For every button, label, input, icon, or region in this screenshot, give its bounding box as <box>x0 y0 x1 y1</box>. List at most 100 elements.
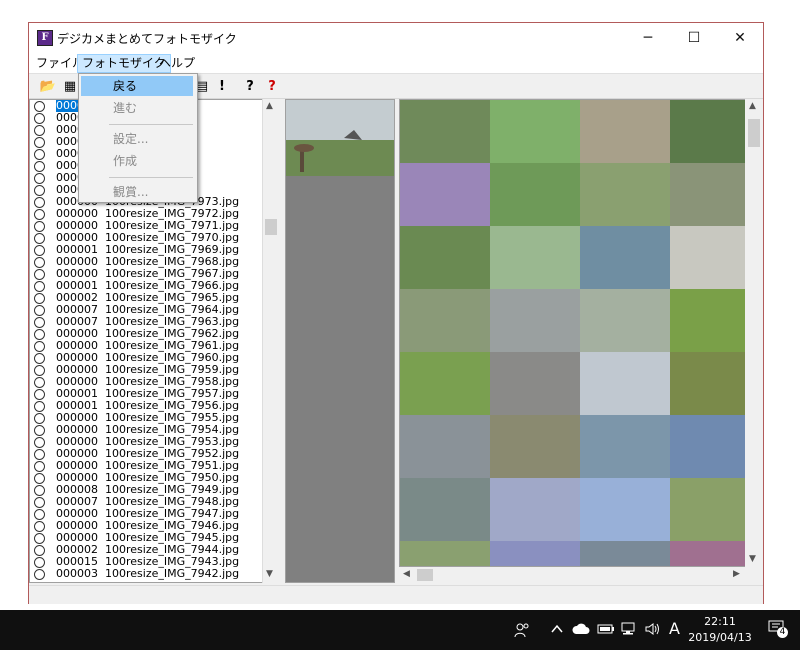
radio-button[interactable] <box>34 557 45 568</box>
menu-item[interactable]: 観賞... <box>81 182 193 202</box>
scroll-right-arrow[interactable]: ▶ <box>733 569 740 579</box>
radio-button[interactable] <box>34 149 45 160</box>
menu-item[interactable]: 設定... <box>81 129 193 149</box>
mosaic-tile[interactable] <box>400 541 490 566</box>
mosaic-tile[interactable] <box>670 415 748 478</box>
taskbar-clock[interactable]: 22:11 2019/04/13 <box>688 614 752 646</box>
mosaic-tile[interactable] <box>490 352 580 415</box>
radio-button[interactable] <box>34 389 45 400</box>
radio-button[interactable] <box>34 377 45 388</box>
scroll-down-arrow[interactable]: ▼ <box>266 569 273 579</box>
network-icon[interactable] <box>620 622 636 640</box>
radio-button[interactable] <box>34 497 45 508</box>
context-help-icon[interactable]: ? <box>263 77 281 95</box>
radio-button[interactable] <box>34 509 45 520</box>
app-icon[interactable]: F <box>37 30 53 46</box>
mosaic-tile[interactable] <box>490 541 580 566</box>
people-icon[interactable] <box>514 622 530 642</box>
exclamation-icon[interactable]: ! <box>213 77 231 95</box>
mosaic-tile[interactable] <box>670 100 748 163</box>
file-list-row[interactable]: 000003 100resize_IMG_7942.jpg <box>30 568 278 580</box>
battery-icon[interactable] <box>597 622 615 640</box>
mosaic-tile[interactable] <box>580 478 670 541</box>
mosaic-tile[interactable] <box>580 100 670 163</box>
mosaic-tile[interactable] <box>580 541 670 566</box>
radio-button[interactable] <box>34 305 45 316</box>
mosaic-grid[interactable] <box>399 99 749 567</box>
radio-button[interactable] <box>34 317 45 328</box>
mosaic-tile[interactable] <box>400 289 490 352</box>
radio-button[interactable] <box>34 257 45 268</box>
radio-button[interactable] <box>34 533 45 544</box>
radio-button[interactable] <box>34 281 45 292</box>
mosaic-tile[interactable] <box>580 289 670 352</box>
scroll-thumb[interactable] <box>417 569 433 581</box>
mosaic-tile[interactable] <box>490 415 580 478</box>
mosaic-tile[interactable] <box>580 226 670 289</box>
open-folder-icon[interactable]: 📂 <box>39 77 57 95</box>
radio-button[interactable] <box>34 365 45 376</box>
radio-button[interactable] <box>34 401 45 412</box>
title-bar[interactable]: F デジカメまとめてフォトモザイク ─ ☐ ✕ <box>29 23 763 53</box>
radio-button[interactable] <box>34 485 45 496</box>
radio-button[interactable] <box>34 209 45 220</box>
radio-button[interactable] <box>34 449 45 460</box>
radio-button[interactable] <box>34 245 45 256</box>
radio-button[interactable] <box>34 473 45 484</box>
scroll-left-arrow[interactable]: ◀ <box>403 569 410 579</box>
cloud-icon[interactable] <box>572 622 590 640</box>
ime-indicator[interactable]: A <box>669 619 680 638</box>
radio-button[interactable] <box>34 425 45 436</box>
grid-icon[interactable]: ▦ <box>61 77 79 95</box>
mosaic-tile[interactable] <box>400 100 490 163</box>
mosaic-tile[interactable] <box>580 163 670 226</box>
radio-button[interactable] <box>34 437 45 448</box>
radio-button[interactable] <box>34 545 45 556</box>
mosaic-horizontal-scrollbar[interactable]: ◀ ▶ <box>399 567 745 583</box>
radio-button[interactable] <box>34 341 45 352</box>
mosaic-tile[interactable] <box>580 352 670 415</box>
scroll-up-arrow[interactable]: ▲ <box>749 101 756 111</box>
scroll-thumb[interactable] <box>265 219 277 235</box>
radio-button[interactable] <box>34 353 45 364</box>
radio-button[interactable] <box>34 161 45 172</box>
mosaic-vertical-scrollbar[interactable]: ▲ ▼ <box>745 99 763 567</box>
menu-item[interactable]: 作成 <box>81 151 193 171</box>
menu-item[interactable]: 進む <box>81 98 193 118</box>
radio-button[interactable] <box>34 125 45 136</box>
file-list-scrollbar[interactable]: ▲ ▼ <box>262 99 279 583</box>
chevron-up-icon[interactable] <box>550 622 564 640</box>
menu-help[interactable]: ヘルプ <box>155 55 199 72</box>
radio-button[interactable] <box>34 221 45 232</box>
scroll-thumb[interactable] <box>748 119 760 147</box>
radio-button[interactable] <box>34 461 45 472</box>
close-button[interactable]: ✕ <box>717 23 763 53</box>
radio-button[interactable] <box>34 101 45 112</box>
mosaic-tile[interactable] <box>670 352 748 415</box>
mosaic-tile[interactable] <box>670 226 748 289</box>
mosaic-tile[interactable] <box>490 289 580 352</box>
radio-button[interactable] <box>34 329 45 340</box>
scroll-up-arrow[interactable]: ▲ <box>266 101 273 111</box>
radio-button[interactable] <box>34 233 45 244</box>
mosaic-tile[interactable] <box>670 541 748 566</box>
mosaic-tile[interactable] <box>490 100 580 163</box>
volume-icon[interactable] <box>644 622 662 640</box>
mosaic-tile[interactable] <box>490 226 580 289</box>
radio-button[interactable] <box>34 113 45 124</box>
radio-button[interactable] <box>34 521 45 532</box>
mosaic-tile[interactable] <box>580 415 670 478</box>
radio-button[interactable] <box>34 137 45 148</box>
radio-button[interactable] <box>34 173 45 184</box>
mosaic-tile[interactable] <box>400 415 490 478</box>
mosaic-tile[interactable] <box>490 478 580 541</box>
mosaic-tile[interactable] <box>400 478 490 541</box>
radio-button[interactable] <box>34 269 45 280</box>
notification-icon[interactable]: 4 <box>768 620 788 640</box>
radio-button[interactable] <box>34 413 45 424</box>
mosaic-tile[interactable] <box>670 478 748 541</box>
radio-button[interactable] <box>34 293 45 304</box>
radio-button[interactable] <box>34 185 45 196</box>
maximize-button[interactable]: ☐ <box>671 23 717 53</box>
mosaic-tile[interactable] <box>400 226 490 289</box>
